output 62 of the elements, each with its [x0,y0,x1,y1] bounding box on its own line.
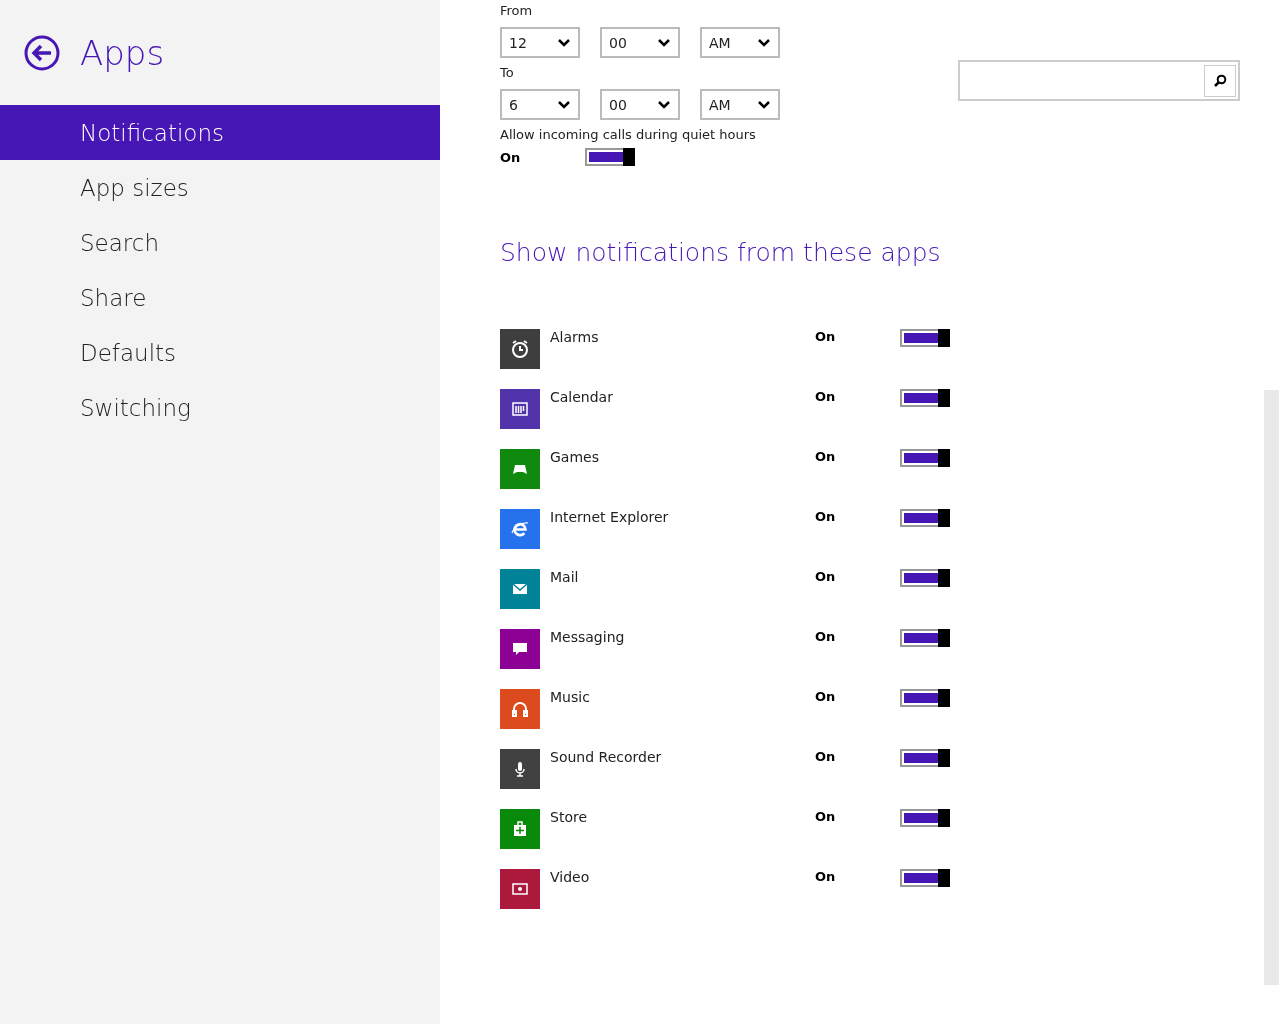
app-name: Mail [550,569,580,585]
search-icon [1213,73,1227,88]
toggle-state-label: On [815,749,837,764]
time-dropdown[interactable]: 6 [500,89,580,120]
app-name: Sound Recorder [550,749,663,765]
toggle-switch[interactable] [900,809,950,827]
toggle-state-label: On [815,809,837,824]
toggle-state-label: On [815,629,837,644]
toggle-switch[interactable] [900,389,950,407]
toggle-switch[interactable] [900,449,950,467]
toggle-switch[interactable] [900,569,950,587]
app-name: Store [550,809,588,825]
page-title: Apps [80,32,165,73]
toggle-switch[interactable] [900,869,950,887]
setting-label: Allow incoming calls during quiet hours [500,127,756,143]
toggle-state-label: On [815,509,837,524]
toggle-state-label: On [500,149,522,165]
alarm-clock-icon [510,339,530,359]
app-name: Games [550,449,600,465]
toggle-switch[interactable] [900,509,950,527]
to-label: To [500,65,514,81]
chevron-down-icon [758,100,770,109]
toggle-state-label: On [815,689,837,704]
time-dropdown[interactable]: 00 [600,27,680,58]
toggle-switch[interactable] [900,749,950,767]
app-name: Video [550,869,591,885]
search-field[interactable] [958,60,1240,101]
toggle-switch[interactable] [900,629,950,647]
chevron-down-icon [558,100,570,109]
sidebar-item[interactable]: Switching [0,380,440,435]
toggle-switch[interactable] [900,689,950,707]
time-dropdown[interactable]: AM [700,89,780,120]
toggle-switch[interactable] [900,329,950,347]
sidebar-item[interactable]: Share [0,270,440,325]
sidebar-item[interactable]: Defaults [0,325,440,380]
toggle-state-label: On [815,389,837,404]
calendar-icon [510,399,530,419]
toggle-state-label: On [815,329,837,344]
time-dropdown[interactable]: 12 [500,27,580,58]
toggle-state-label: On [815,569,837,584]
time-dropdown[interactable]: 00 [600,89,680,120]
chevron-down-icon [758,38,770,47]
headphones-icon [510,699,530,719]
toggle-switch[interactable] [585,148,635,166]
search-button[interactable] [1204,64,1236,97]
time-dropdown[interactable]: AM [700,27,780,58]
from-label: From [500,3,533,19]
sidebar-item[interactable]: Notifications [0,105,440,160]
toggle-state-label: On [815,449,837,464]
sidebar-item[interactable]: App sizes [0,160,440,215]
chevron-down-icon [658,100,670,109]
section-heading: Show notifications from these apps [500,238,942,267]
toggle-state-label: On [815,869,837,884]
app-name: Music [550,689,591,705]
sidebar-item[interactable]: Search [0,215,440,270]
browser-logo-icon [510,519,530,539]
app-name: Alarms [550,329,600,345]
app-name: Calendar [550,389,614,405]
app-name: Messaging [550,629,626,645]
app-name: Internet Explorer [550,509,670,525]
chevron-down-icon [658,38,670,47]
chevron-down-icon [558,38,570,47]
